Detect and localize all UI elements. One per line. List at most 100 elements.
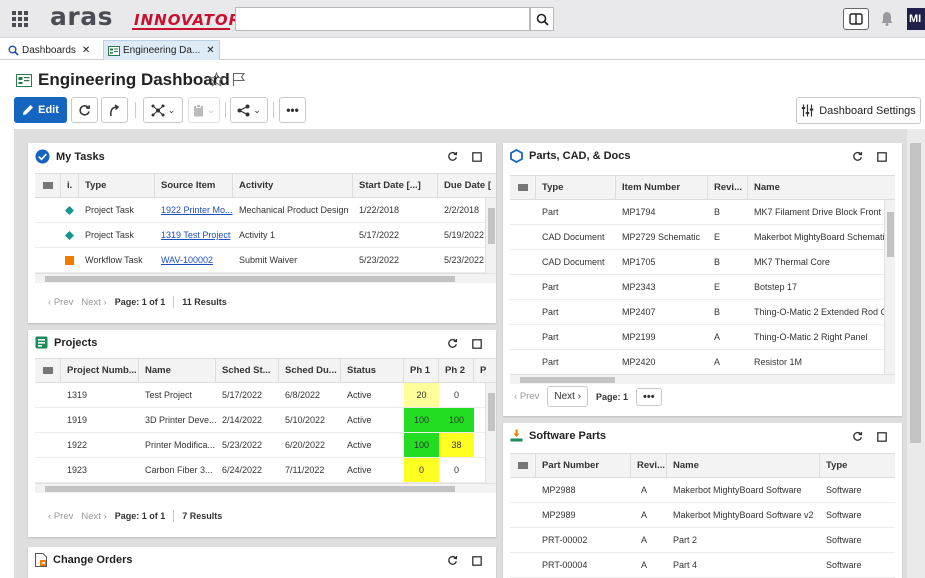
table-row[interactable]: 1319 Test Project 5/17/2022 6/8/2022 Act… [35,383,496,408]
tab-dashboards[interactable]: Dashboards ✕ [4,40,94,60]
table-row[interactable]: Part MP2420 A Resistor 1M [510,350,895,374]
horizontal-scrollbar[interactable] [35,483,496,493]
table-row[interactable]: Project Task 1319 Test Project Activity … [35,223,496,248]
table-row[interactable]: MP2989 A Makerbot MightyBoard Software v2 S… [510,503,895,528]
column-header[interactable]: Ph 2 [439,359,474,382]
table-row[interactable]: PRT-00004 A Part 4 Software [510,553,895,578]
column-header[interactable]: Type [536,176,616,199]
horizontal-scrollbar[interactable] [35,273,496,283]
prev-page-button[interactable]: ‹ Prev [48,511,73,522]
prev-page-button[interactable]: ‹ Prev [514,391,539,402]
column-header[interactable]: Sched St... [216,359,279,382]
panel-actions [852,151,887,162]
source-item-link[interactable]: WAV-100002 [161,255,213,265]
vertical-scrollbar[interactable] [485,383,496,483]
table-row[interactable]: Part MP2343 E Botstep 17 [510,275,895,300]
maximize-icon[interactable] [472,555,482,566]
refresh-icon[interactable] [447,555,458,566]
next-page-button[interactable]: Next › [81,511,106,522]
column-header[interactable]: Status [341,359,404,382]
cell: 5/19/2022 [444,230,485,240]
table-row[interactable]: 1922 Printer Modifica... 5/23/2022 6/20/… [35,433,496,458]
cell: MP2199 [622,332,656,342]
refresh-icon[interactable] [852,151,863,162]
cell: CAD Document [542,232,605,242]
cell: Software [826,535,862,545]
structure-dropdown-button[interactable]: ⌄ [143,97,183,123]
flag-column-icon[interactable] [35,174,61,197]
column-header[interactable]: i. [61,174,79,197]
column-header[interactable]: Activity [233,174,353,197]
refresh-button[interactable] [71,97,98,123]
next-page-button[interactable]: Next › [81,297,106,308]
flag-column-icon[interactable] [35,359,61,382]
table-row[interactable]: Part MP2199 A Thing-O-Matic 2 Right Panel [510,325,895,350]
search-button[interactable] [530,7,554,31]
prev-page-button[interactable]: ‹ Prev [48,297,73,308]
tab-engineering-dashboard[interactable]: Engineering Da... ✕ [103,40,220,60]
maximize-icon[interactable] [472,338,482,349]
column-header[interactable]: Part Number [536,454,631,477]
refresh-icon[interactable] [852,431,863,442]
more-pages-button[interactable]: ••• [636,387,662,406]
table-row[interactable]: Project Task 1922 Printer Mo... Mechanic… [35,198,496,223]
column-header[interactable]: Start Date [...] [353,174,438,197]
table-row[interactable]: MP2988 A Makerbot MightyBoard Software Soft… [510,478,895,503]
table-row[interactable]: Part MP1794 B MK7 Filament Drive Block Fron… [510,200,895,225]
table-row[interactable]: Workflow Task WAV-100002 Submit Waiver 5… [35,248,496,273]
page-vertical-scrollbar[interactable] [907,129,925,578]
refresh-icon[interactable] [447,338,458,349]
maximize-icon[interactable] [472,151,482,162]
table-row[interactable]: Part MP2407 B Thing-O-Matic 2 Extended Rod … [510,300,895,325]
column-header[interactable]: Name [667,454,820,477]
clipboard-icon [194,103,204,116]
column-header[interactable]: Source Item [155,174,233,197]
refresh-icon[interactable] [447,151,458,162]
table-row[interactable]: CAD Document MP1705 B MK7 Thermal Core [510,250,895,275]
clipboard-dropdown-button[interactable]: ⌄ [188,97,220,123]
app-menu-grid-icon[interactable] [12,11,28,27]
column-header[interactable]: Sched Du... [279,359,341,382]
close-tab-icon[interactable]: ✕ [82,45,90,56]
table-row[interactable]: CAD Document MP2729 Schematic E Makerbot Mi… [510,225,895,250]
vertical-scrollbar[interactable] [485,198,496,273]
close-tab-icon[interactable]: ✕ [206,45,214,56]
column-header[interactable]: Revi... [708,176,748,199]
favorite-star-icon[interactable] [209,72,224,87]
cell: Part 4 [673,560,698,570]
share-dropdown-button[interactable]: ⌄ [230,97,268,123]
cell: MP2343 [622,282,656,292]
column-header[interactable]: Type [820,454,895,477]
column-header[interactable]: Name [748,176,895,199]
column-header[interactable]: Ph 1 [404,359,439,382]
flag-column-icon[interactable] [510,454,536,477]
column-header[interactable]: Due Date [ [438,174,496,197]
next-page-button[interactable]: Next › [547,386,589,407]
source-item-link[interactable]: 1922 Printer Mo... [161,205,233,215]
search-input[interactable] [235,7,530,31]
page-scrollbar-thumb[interactable] [910,143,921,443]
column-header[interactable]: Name [139,359,216,382]
flag-column-icon[interactable] [510,176,536,199]
dashboard-settings-button[interactable]: Dashboard Settings [796,97,921,124]
column-header[interactable]: Project Numb... [61,359,139,382]
column-header[interactable]: P [474,359,496,382]
column-header[interactable]: Item Number [616,176,708,199]
redo-button[interactable] [101,97,128,123]
table-row[interactable]: 1923 Carbon Fiber 3... 6/24/2022 7/11/20… [35,458,496,483]
column-header[interactable]: Type [79,174,155,197]
more-options-button[interactable]: ••• [279,97,306,123]
horizontal-scrollbar[interactable] [510,374,895,384]
user-avatar[interactable]: MI [907,8,925,30]
table-row[interactable]: 1919 3D Printer Deve... 2/14/2022 5/10/2… [35,408,496,433]
maximize-icon[interactable] [877,151,887,162]
edit-button[interactable]: Edit [14,97,67,123]
notifications-bell-icon[interactable] [881,11,893,26]
column-header[interactable]: Revi... [631,454,667,477]
flag-icon[interactable] [232,72,246,87]
source-item-link[interactable]: 1319 Test Project [161,230,230,240]
layout-toggle-button[interactable] [843,8,869,30]
maximize-icon[interactable] [877,431,887,442]
table-row[interactable]: PRT-00002 A Part 2 Software [510,528,895,553]
vertical-scrollbar[interactable] [884,200,895,374]
